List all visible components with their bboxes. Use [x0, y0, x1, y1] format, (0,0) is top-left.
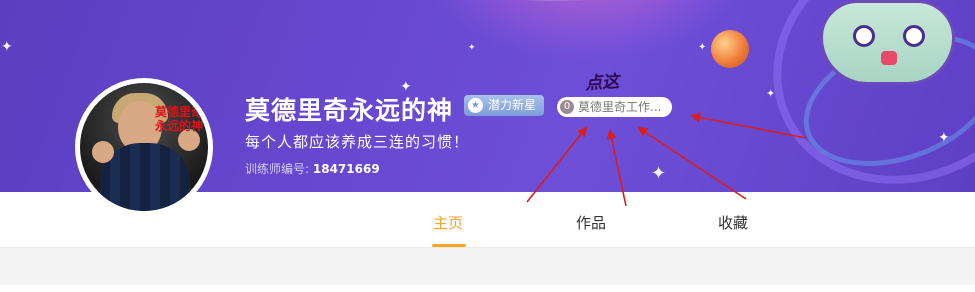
content-area	[0, 249, 975, 292]
trainer-id: 训练师编号: 18471669	[245, 160, 380, 177]
username: 莫德里奇永远的神	[245, 96, 454, 125]
sparkle-icon: ✦	[938, 130, 950, 146]
content-card	[0, 285, 975, 292]
avatar-image: 莫德里奇永远的神	[80, 83, 208, 211]
tab-favorites[interactable]: 收藏	[718, 212, 748, 233]
rank-badge[interactable]: ★ 潜力新星	[464, 95, 545, 116]
trainer-id-label: 训练师编号:	[245, 162, 310, 176]
handwritten-annotation: 点这	[584, 71, 620, 95]
avatar-fist	[92, 141, 114, 163]
star-icon: ★	[468, 98, 483, 113]
studio-tag[interactable]: 0 莫德里奇工作...	[557, 97, 672, 117]
active-tab-indicator	[432, 244, 466, 247]
profile-page: ✦ ✦ ✦ ✦ ✦ ✦ ✦ 莫德里奇永远的神 莫德里奇永远的神 ★ 潜力新星 0…	[0, 0, 975, 292]
tag-count: 0	[560, 100, 574, 114]
mascot-eye	[903, 25, 925, 47]
trainer-id-value: 18471669	[312, 162, 380, 176]
sparkle-icon: ✦	[1, 39, 13, 55]
mascot-decoration	[820, 0, 955, 85]
sparkle-icon: ✦	[698, 42, 707, 53]
tab-works[interactable]: 作品	[576, 212, 606, 233]
avatar-sticker-text: 莫德里奇永远的神	[154, 105, 203, 133]
sparkle-icon: ✦	[468, 43, 476, 53]
profile-signature: 每个人都应该养成三连的习惯！	[245, 133, 470, 151]
rank-badge-label: 潜力新星	[488, 98, 537, 112]
sparkle-icon: ✦	[766, 87, 776, 100]
avatar[interactable]: 莫德里奇永远的神	[75, 78, 213, 216]
sparkle-icon: ✦	[651, 163, 667, 184]
mascot-eye	[853, 25, 875, 47]
tab-home[interactable]: 主页	[433, 212, 463, 233]
planet-decoration	[711, 30, 749, 68]
mascot-heart	[881, 51, 897, 65]
studio-tag-label: 莫德里奇工作...	[578, 100, 662, 114]
